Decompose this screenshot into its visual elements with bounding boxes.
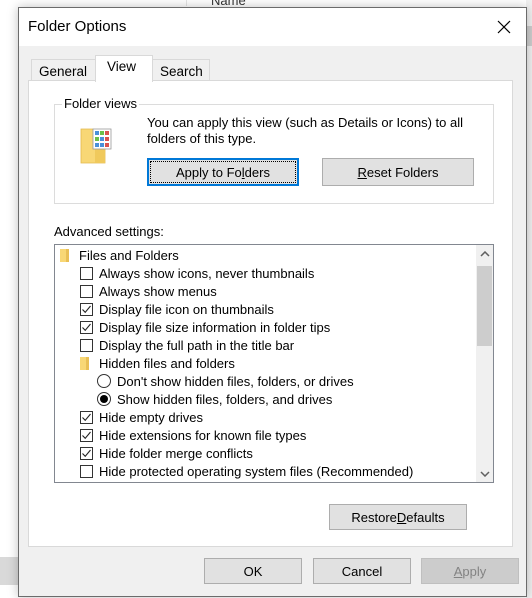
checkbox-unchecked[interactable] bbox=[80, 464, 93, 478]
checkbox-unchecked[interactable] bbox=[80, 483, 93, 484]
tree-item-label: Always show menus bbox=[99, 283, 217, 299]
folder-icon bbox=[60, 248, 69, 262]
tree-folder-item: Hidden files and folders bbox=[80, 354, 235, 372]
ok-button[interactable]: OK bbox=[204, 558, 302, 584]
tree-item-label: Display file size information in folder … bbox=[99, 319, 331, 335]
tree-item-label: Hide empty drives bbox=[99, 409, 204, 425]
cancel-button[interactable]: Cancel bbox=[313, 558, 411, 584]
folder-icon bbox=[80, 356, 89, 370]
chevron-down-icon bbox=[479, 470, 490, 477]
background-left-bar bbox=[0, 557, 20, 585]
tree-item-partial bbox=[80, 480, 99, 484]
tree-item-label: Hide folder merge conflicts bbox=[99, 445, 253, 461]
checkbox-checked[interactable] bbox=[80, 410, 93, 424]
checkbox-unchecked[interactable] bbox=[80, 284, 93, 298]
checkbox-checked[interactable] bbox=[80, 302, 93, 316]
tree-item-label: Hide protected operating system files (R… bbox=[99, 463, 414, 479]
tab-search[interactable]: Search bbox=[152, 59, 210, 81]
view-tab-panel: Folder views You can apply this view (su… bbox=[28, 80, 513, 547]
chevron-up-icon bbox=[479, 250, 490, 257]
checkbox-checked[interactable] bbox=[80, 428, 93, 442]
tree-item-label: Show hidden files, folders, and drives bbox=[117, 391, 333, 407]
vertical-scrollbar[interactable] bbox=[476, 245, 493, 482]
tab-general[interactable]: General bbox=[31, 59, 96, 81]
tree-checkbox-item[interactable]: Display file size information in folder … bbox=[80, 318, 330, 336]
tree-checkbox-item[interactable]: Hide protected operating system files (R… bbox=[80, 462, 413, 480]
folder-options-dialog: Folder Options General View Search Folde… bbox=[18, 7, 527, 597]
folder-views-group: Folder views You can apply this view (su… bbox=[54, 96, 494, 204]
tree-item-label: Display the full path in the title bar bbox=[99, 337, 295, 353]
advanced-settings-list[interactable]: Files and Folders Always show icons, neve… bbox=[54, 244, 494, 483]
apply-button[interactable]: Apply bbox=[421, 558, 519, 584]
checkmark-icon bbox=[82, 413, 91, 421]
title-bar: Folder Options bbox=[19, 8, 526, 46]
tree-item-label: Hidden files and folders bbox=[99, 355, 235, 371]
checkbox-unchecked[interactable] bbox=[80, 266, 93, 280]
folder-views-label: Folder views bbox=[62, 96, 139, 111]
background-window bbox=[0, 0, 20, 598]
tree-radio-item[interactable]: Don't show hidden files, folders, or dri… bbox=[97, 372, 354, 390]
radio-dot bbox=[100, 395, 108, 403]
reset-folders-button[interactable]: Reset Folders bbox=[322, 158, 474, 186]
tree-item-label: Always show icons, never thumbnails bbox=[99, 265, 315, 281]
scrollbar-thumb[interactable] bbox=[477, 266, 492, 346]
checkbox-checked[interactable] bbox=[80, 320, 93, 334]
folder-view-icon bbox=[80, 128, 112, 164]
tree-item-label: Hide extensions for known file types bbox=[99, 427, 307, 443]
checkmark-icon bbox=[82, 323, 91, 331]
restore-defaults-button[interactable]: Restore Defaults bbox=[329, 504, 467, 530]
tab-view[interactable]: View bbox=[95, 55, 153, 82]
tree-checkbox-item[interactable]: Hide empty drives bbox=[80, 408, 203, 426]
tree-checkbox-item[interactable]: Hide extensions for known file types bbox=[80, 426, 306, 444]
folder-views-description: You can apply this view (such as Details… bbox=[147, 115, 464, 146]
tree-checkbox-item[interactable]: Display file icon on thumbnails bbox=[80, 300, 274, 318]
checkmark-icon bbox=[82, 449, 91, 457]
apply-to-folders-button[interactable]: Apply to Fo l ders bbox=[147, 158, 299, 186]
tree-checkbox-item[interactable]: Always show menus bbox=[80, 282, 217, 300]
close-button[interactable] bbox=[482, 8, 526, 46]
close-icon bbox=[497, 20, 511, 34]
tree-radio-item[interactable]: Show hidden files, folders, and drives bbox=[97, 390, 332, 408]
checkbox-checked[interactable] bbox=[80, 446, 93, 460]
tree-item-label: Display file icon on thumbnails bbox=[99, 301, 274, 317]
scroll-down-button[interactable] bbox=[476, 465, 493, 482]
tree-checkbox-item[interactable]: Display the full path in the title bar bbox=[80, 336, 294, 354]
checkmark-icon bbox=[82, 431, 91, 439]
tree-item-label: Files and Folders bbox=[79, 247, 179, 263]
advanced-settings-label: Advanced settings: bbox=[54, 224, 164, 239]
checkbox-unchecked[interactable] bbox=[80, 338, 93, 352]
radio-selected[interactable] bbox=[97, 392, 111, 406]
dialog-title: Folder Options bbox=[28, 18, 127, 35]
radio-unselected[interactable] bbox=[97, 374, 111, 388]
checkmark-icon bbox=[82, 305, 91, 313]
tree-checkbox-item[interactable]: Hide folder merge conflicts bbox=[80, 444, 253, 462]
scroll-up-button[interactable] bbox=[476, 245, 493, 262]
tree-item-label: Don't show hidden files, folders, or dri… bbox=[117, 373, 354, 389]
tree-checkbox-item[interactable]: Always show icons, never thumbnails bbox=[80, 264, 314, 282]
tree-folder-item: Files and Folders bbox=[60, 246, 179, 264]
